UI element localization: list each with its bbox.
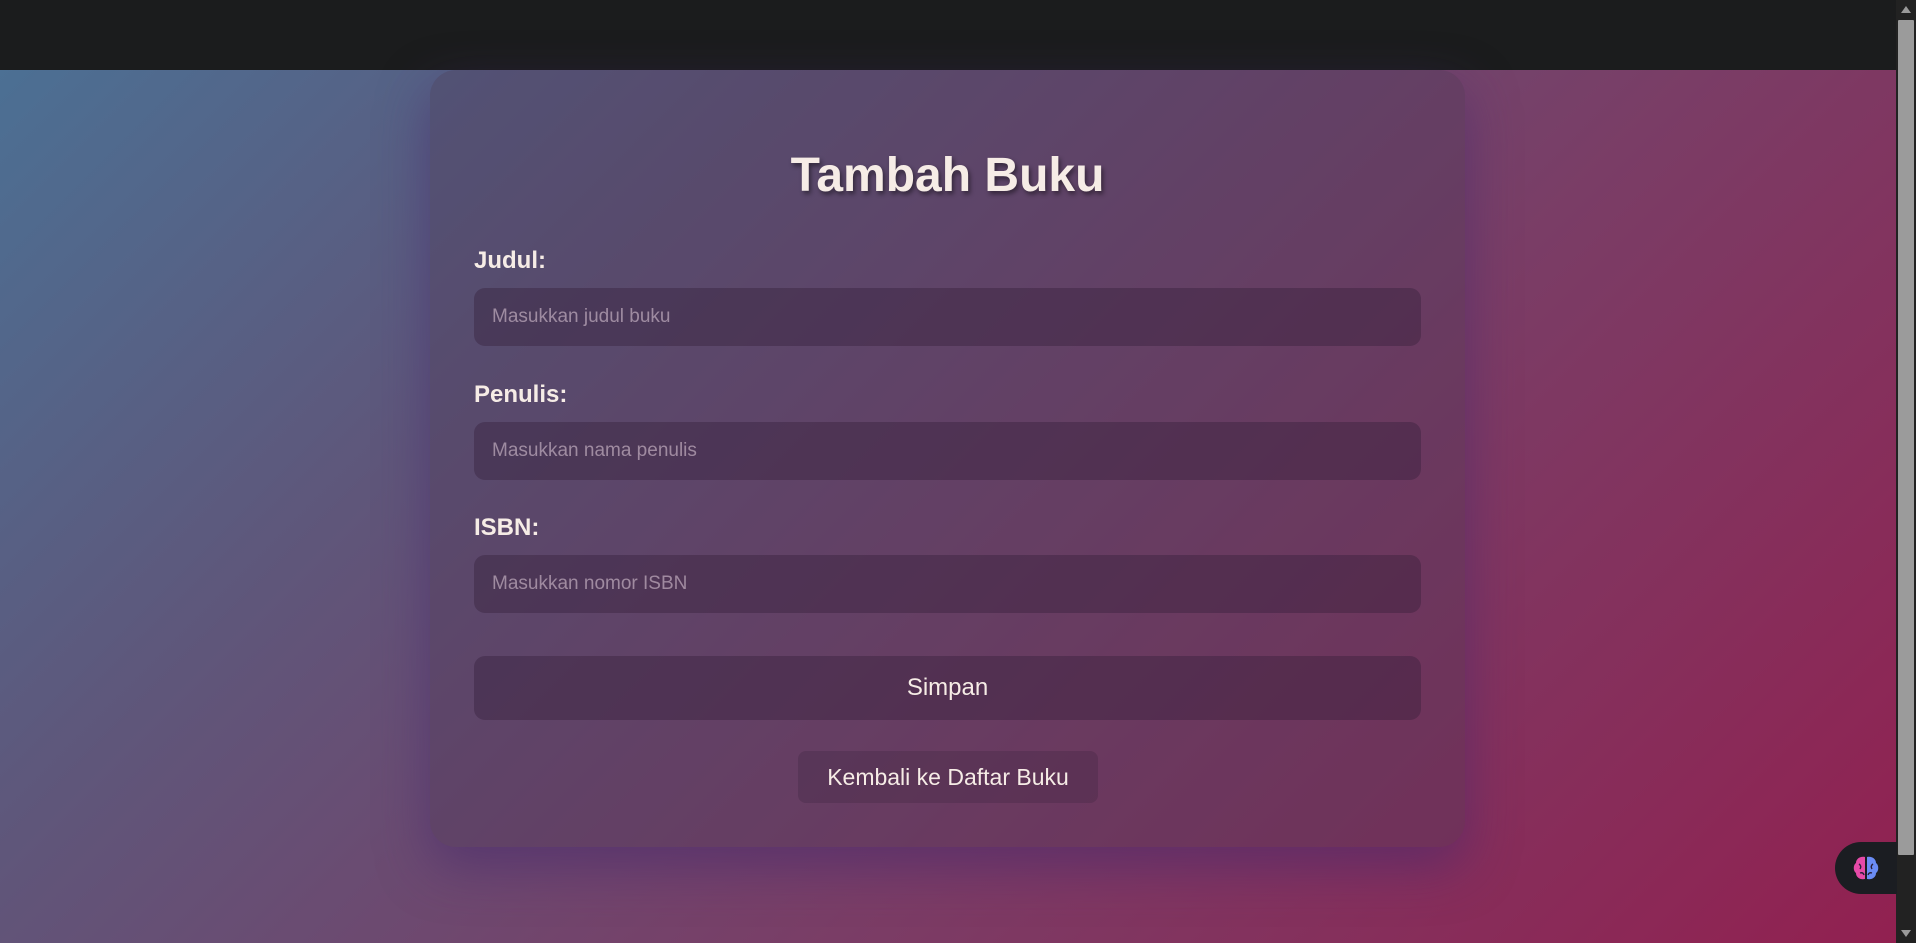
assistant-widget-button[interactable] xyxy=(1835,842,1897,894)
scroll-up-arrow-icon[interactable] xyxy=(1901,6,1911,13)
isbn-input[interactable] xyxy=(474,555,1421,613)
page-scrollbar[interactable] xyxy=(1896,0,1916,943)
page-title: Tambah Buku xyxy=(790,149,1105,202)
scroll-down-arrow-icon[interactable] xyxy=(1901,930,1911,937)
browser-top-bar xyxy=(0,0,1916,70)
isbn-label: ISBN: xyxy=(474,514,540,541)
scroll-thumb[interactable] xyxy=(1898,20,1914,855)
save-button[interactable]: Simpan xyxy=(474,656,1421,720)
add-book-form-card: Tambah Buku Judul: Penulis: ISBN: Simpan… xyxy=(430,70,1465,847)
author-input[interactable] xyxy=(474,422,1421,480)
back-to-book-list-link[interactable]: Kembali ke Daftar Buku xyxy=(798,751,1098,803)
title-label: Judul: xyxy=(474,247,546,274)
brain-icon xyxy=(1853,856,1879,880)
title-input[interactable] xyxy=(474,288,1421,346)
author-label: Penulis: xyxy=(474,381,568,408)
